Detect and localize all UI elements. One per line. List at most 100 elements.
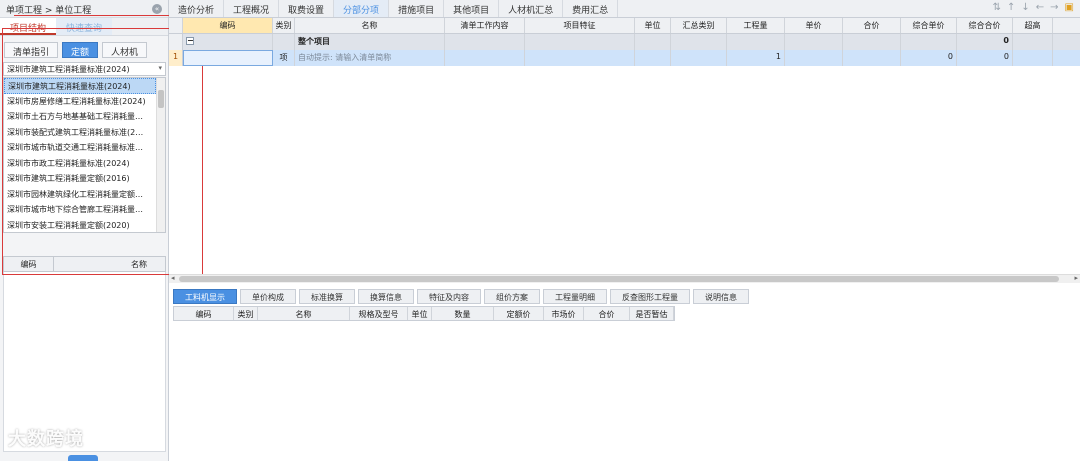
tab-quota[interactable]: 定额 (62, 42, 99, 58)
list-item[interactable]: 深圳市园林建筑绿化工程消耗量定额… (4, 187, 156, 203)
cell[interactable] (671, 50, 727, 66)
column-header-market-price[interactable]: 市场价 (544, 307, 584, 320)
column-header-features[interactable]: 项目特征 (525, 18, 635, 33)
tab-reverse-lookup[interactable]: 反查图形工程量 (610, 289, 690, 304)
tab-features-content[interactable]: 特征及内容 (417, 289, 481, 304)
tab-quick-query[interactable]: 快速查询 (56, 18, 113, 35)
tab-description[interactable]: 说明信息 (693, 289, 749, 304)
scroll-left-icon[interactable]: ◂ (171, 274, 175, 282)
name-hint-cell[interactable]: 自动提示: 请输入清单简称 (295, 50, 445, 66)
column-header-unit[interactable]: 单位 (635, 18, 671, 33)
menu-fee-settings[interactable]: 取费设置 (279, 0, 335, 17)
quantity-cell[interactable]: 1 (727, 50, 785, 66)
list-item[interactable]: 深圳市土石方与地基基础工程消耗量… (4, 109, 156, 125)
arrow-left-icon[interactable]: ← (1036, 2, 1044, 13)
list-item[interactable]: 深圳市房屋修缮工程消耗量标准(2024) (4, 94, 156, 110)
arrow-up-icon[interactable]: ↑ (1007, 2, 1015, 13)
list-item[interactable]: 深圳市城市地下综合管廊工程消耗量… (4, 202, 156, 218)
panel-resize-handle[interactable] (68, 455, 98, 461)
list-item[interactable]: 深圳市安装工程消耗量定额(2020) (4, 218, 156, 233)
cell[interactable] (525, 50, 635, 66)
list-scrollbar[interactable] (156, 78, 165, 232)
column-header-type[interactable]: 类别 (273, 18, 295, 33)
composite-unit-price-cell[interactable]: 0 (901, 50, 957, 66)
column-header-work-content[interactable]: 清单工作内容 (445, 18, 525, 33)
menu-cost-summary[interactable]: 费用汇总 (563, 0, 619, 17)
column-header-total[interactable]: 合价 (843, 18, 901, 33)
tab-unit-price-composition[interactable]: 单价构成 (240, 289, 296, 304)
collapse-icon[interactable]: − (186, 37, 194, 45)
menu-measures[interactable]: 措施项目 (389, 0, 445, 17)
arrow-right-icon[interactable]: → (1050, 2, 1058, 13)
main-grid: 编码 类别 名称 清单工作内容 项目特征 单位 汇总类别 工程量 单价 合价 综… (169, 18, 1080, 66)
column-header-name[interactable]: 名称 (54, 257, 165, 271)
color-icon[interactable]: ▣ (1065, 2, 1074, 13)
column-header-spec[interactable]: 规格及型号 (350, 307, 408, 320)
toolbar-icons: ⇅ ↑ ↓ ← → ▣ (993, 2, 1074, 13)
column-header-code[interactable]: 编码 (4, 257, 54, 271)
column-header-name[interactable]: 名称 (258, 307, 350, 320)
tab-lmm-display[interactable]: 工料机显示 (173, 289, 237, 304)
column-header-unit-price[interactable]: 单价 (785, 18, 843, 33)
total-cell[interactable] (843, 50, 901, 66)
cell[interactable] (445, 50, 525, 66)
cell[interactable] (1013, 50, 1053, 66)
list-item[interactable]: 深圳市市政工程消耗量标准(2024) (4, 156, 156, 172)
tab-pricing-plan[interactable]: 组价方案 (484, 289, 540, 304)
list-item[interactable]: 深圳市建筑工程消耗量定额(2016) (4, 171, 156, 187)
arrow-down-icon[interactable]: ↓ (1021, 2, 1029, 13)
column-header-composite-unit-price[interactable]: 综合单价 (901, 18, 957, 33)
tab-standard-conversion[interactable]: 标准换算 (299, 289, 355, 304)
code-input-cell[interactable] (183, 50, 273, 66)
menu-lmm-summary[interactable]: 人材机汇总 (499, 0, 564, 17)
column-header-name[interactable]: 名称 (295, 18, 445, 33)
breadcrumb: 单项工程 > 单位工程 « (0, 0, 168, 18)
composite-total-cell[interactable]: 0 (957, 50, 1013, 66)
column-header-provisional[interactable]: 是否暂估 (630, 307, 674, 320)
type-cell (273, 34, 295, 50)
menu-project-overview[interactable]: 工程概况 (224, 0, 280, 17)
column-header-type[interactable]: 类别 (234, 307, 258, 320)
table-row[interactable]: 1 项 自动提示: 请输入清单简称 1 0 0 (169, 50, 1080, 66)
list-item[interactable]: 深圳市城市轨道交通工程消耗量标准… (4, 140, 156, 156)
menu-other-items[interactable]: 其他项目 (444, 0, 500, 17)
cell (635, 34, 671, 50)
tab-quantity-detail[interactable]: 工程量明细 (543, 289, 607, 304)
collapse-icon[interactable]: « (152, 4, 162, 14)
column-header-quantity[interactable]: 工程量 (727, 18, 785, 33)
tab-conversion-info[interactable]: 换算信息 (358, 289, 414, 304)
tab-bill-guide[interactable]: 清单指引 (4, 42, 59, 58)
column-header-code[interactable]: 编码 (183, 18, 273, 33)
column-header-total[interactable]: 合价 (584, 307, 630, 320)
list-item[interactable]: 深圳市装配式建筑工程消耗量标准(2… (4, 125, 156, 141)
scrollbar-thumb[interactable] (179, 276, 1059, 282)
type-cell[interactable]: 项 (273, 50, 295, 66)
bottom-grid-header: 编码 类别 名称 规格及型号 单位 数量 定额价 市场价 合价 是否暂估 (173, 306, 675, 321)
scroll-right-icon[interactable]: ▸ (1074, 274, 1078, 282)
column-header-composite-total[interactable]: 综合合价 (957, 18, 1013, 33)
cell[interactable] (635, 50, 671, 66)
menu-sub-items[interactable]: 分部分项 (334, 0, 390, 17)
column-header-summary-type[interactable]: 汇总类别 (671, 18, 727, 33)
column-header-overheight[interactable]: 超高 (1013, 18, 1053, 33)
unit-price-cell[interactable] (785, 50, 843, 66)
list-item[interactable]: 深圳市建筑工程消耗量标准(2024) (4, 78, 156, 94)
left-tabs: 项目结构 快速查询 (0, 18, 168, 36)
cell (671, 34, 727, 50)
menu-cost-analysis[interactable]: 造价分析 (169, 0, 225, 17)
watermark: 大数跨境 (8, 425, 84, 451)
cell (525, 34, 635, 50)
column-header-code[interactable]: 编码 (174, 307, 234, 320)
tab-project-structure[interactable]: 项目结构 (0, 18, 57, 35)
column-header-quantity[interactable]: 数量 (432, 307, 494, 320)
tab-labor-material-machine[interactable]: 人材机 (102, 42, 148, 58)
chevron-down-icon[interactable]: ▾ (158, 64, 162, 72)
sort-icon[interactable]: ⇅ (993, 2, 1001, 13)
column-header-quota-price[interactable]: 定额价 (494, 307, 544, 320)
horizontal-scrollbar[interactable]: ◂ ▸ (169, 274, 1080, 283)
expand-cell[interactable]: − (183, 34, 273, 50)
quota-select[interactable]: 深圳市建筑工程消耗量标准(2024) ▾ (3, 62, 166, 76)
table-row-total[interactable]: − 整个项目 0 (169, 34, 1080, 50)
column-header-unit[interactable]: 单位 (408, 307, 432, 320)
scrollbar-thumb[interactable] (158, 90, 164, 108)
